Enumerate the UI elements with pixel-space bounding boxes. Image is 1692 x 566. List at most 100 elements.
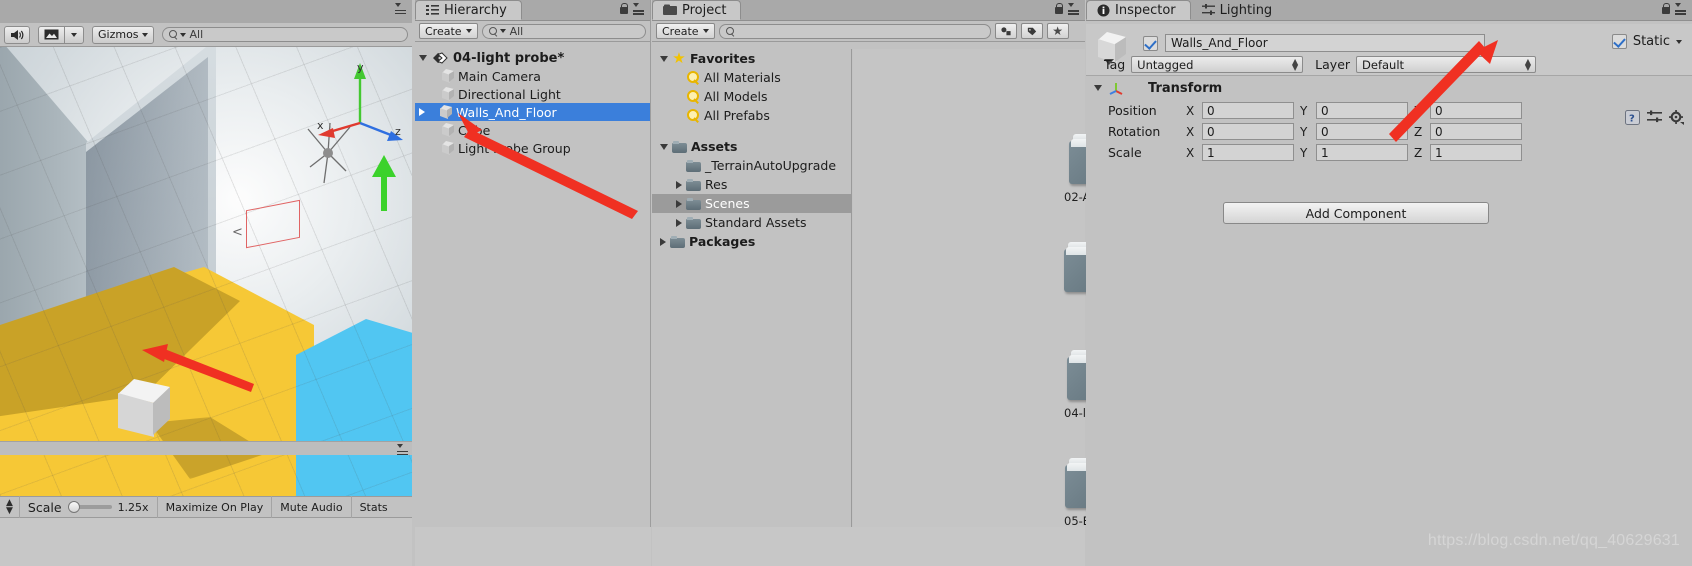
project-tree-item-favorites[interactable]: ★ Favorites — [652, 49, 851, 68]
hierarchy-item-directional-light[interactable]: Directional Light — [415, 85, 650, 103]
object-enabled-checkbox[interactable] — [1143, 35, 1158, 51]
project-search-input[interactable] — [718, 23, 991, 39]
create-label: Create — [425, 24, 462, 38]
tab-project[interactable]: Project — [652, 0, 742, 20]
chevron-down-icon[interactable] — [419, 55, 427, 61]
lock-icon[interactable] — [618, 3, 629, 15]
hierarchy-create-button[interactable]: Create — [419, 23, 478, 39]
static-dropdown-icon[interactable] — [1676, 39, 1682, 44]
project-tree-item-res[interactable]: Res — [652, 175, 851, 194]
project-tree-item-all-materials[interactable]: All Materials — [652, 68, 851, 87]
scene-view-more-icon[interactable] — [397, 444, 408, 456]
transform-row-scale: Scale X 1 Y 1 Z 1 — [1086, 142, 1692, 163]
hierarchy-item-label: Main Camera — [458, 68, 541, 84]
filter-by-type-icon[interactable] — [994, 23, 1017, 39]
chevron-down-icon[interactable] — [660, 143, 668, 150]
lock-icon[interactable] — [1660, 3, 1671, 15]
chevron-down-icon[interactable] — [660, 55, 668, 62]
hierarchy-search-input[interactable]: All — [481, 23, 646, 39]
scene-options-menu[interactable] — [395, 3, 406, 15]
hierarchy-options-menu[interactable] — [633, 3, 644, 15]
transform-component-header[interactable]: Transform — [1086, 77, 1692, 99]
axis-group-x: X0 — [1186, 102, 1294, 119]
transform-scale-x-field[interactable]: 1 — [1202, 144, 1294, 161]
chevron-right-icon[interactable] — [676, 199, 682, 208]
saved-search-icon — [686, 89, 700, 104]
folder-icon — [686, 159, 701, 172]
axis-label-x: X — [1186, 145, 1195, 160]
maximize-on-play-toggle[interactable]: Maximize On Play — [158, 496, 273, 518]
transform-position-y-field[interactable]: 0 — [1316, 102, 1408, 119]
static-checkbox[interactable] — [1611, 34, 1627, 49]
project-asset-grid[interactable]: 02-Area lig...0304-light pr...05-Emissi.… — [1054, 120, 1137, 528]
chevron-right-icon[interactable] — [419, 108, 425, 116]
transform-scale-y-field[interactable]: 1 — [1316, 144, 1408, 161]
maximize-on-play-label: Maximize On Play — [165, 500, 264, 514]
hierarchy-item-cube[interactable]: Cube — [415, 121, 650, 139]
scene-effects-icon[interactable] — [38, 25, 65, 44]
chevron-right-icon[interactable] — [676, 218, 682, 227]
project-tree-item-scenes[interactable]: Scenes — [652, 194, 851, 213]
project-tree-item-all-models[interactable]: All Models — [652, 87, 851, 106]
folder-icon — [672, 140, 687, 153]
project-tree[interactable]: ★ Favorites All Materials All Models All Pre… — [652, 49, 852, 527]
scene-horizontal-scrollbar[interactable] — [0, 441, 412, 456]
transform-rotation-z-field[interactable]: 0 — [1430, 123, 1522, 140]
hierarchy-scene-row[interactable]: 04-light probe* — [415, 49, 650, 67]
object-name-field[interactable]: Walls_And_Floor — [1165, 34, 1485, 52]
folder-icon — [686, 178, 701, 191]
unity-editor-window: Gizmos All y x z < ▲ ▼ Scale 1.25x Maxim… — [0, 0, 1692, 566]
chevron-right-icon[interactable] — [676, 180, 682, 189]
filter-by-label-icon[interactable] — [1020, 23, 1043, 39]
stats-toggle[interactable]: Stats — [352, 496, 396, 518]
project-create-button[interactable]: Create — [656, 23, 715, 39]
scene-effects-dropdown[interactable] — [64, 25, 84, 44]
speaker-icon[interactable] — [4, 25, 30, 44]
project-tree-item-all-prefabs[interactable]: All Prefabs — [652, 106, 851, 125]
favorite-star-icon[interactable]: ★ — [1046, 23, 1069, 39]
axis-group-x: X0 — [1186, 123, 1294, 140]
project-tree-item-packages[interactable]: Packages — [652, 232, 851, 251]
hierarchy-item-light-probe-group[interactable]: Light Probe Group — [415, 139, 650, 157]
chevron-down-icon[interactable] — [1094, 85, 1102, 91]
create-label: Create — [662, 24, 699, 38]
tag-dropdown[interactable]: Untagged ▲ ▼ — [1131, 56, 1304, 73]
project-tree-item-assets[interactable]: Assets — [652, 137, 851, 156]
mute-audio-toggle[interactable]: Mute Audio — [272, 496, 352, 518]
scene-cube-object[interactable] — [118, 379, 170, 441]
scene-view-panel: Gizmos All y x z < ▲ ▼ Scale 1.25x Maxim… — [0, 0, 412, 566]
chevron-right-icon[interactable] — [660, 237, 666, 246]
transform-position-z-field[interactable]: 0 — [1430, 102, 1522, 119]
layer-dropdown[interactable]: Default ▲ ▼ — [1356, 56, 1537, 73]
scene-search-input[interactable]: All — [161, 27, 408, 42]
project-options-menu[interactable] — [1068, 3, 1079, 15]
add-component-button[interactable]: Add Component — [1223, 202, 1489, 224]
project-tabstrip: Project — [652, 0, 1085, 21]
tab-hierarchy[interactable]: Hierarchy — [415, 0, 522, 20]
transform-position-x-field[interactable]: 0 — [1202, 102, 1294, 119]
axis-group-y: Y1 — [1300, 144, 1408, 161]
scene-viewport[interactable]: y x z < — [0, 47, 412, 496]
scale-slider-cell[interactable]: Scale 1.25x — [20, 496, 158, 518]
lock-icon[interactable] — [1053, 3, 1064, 15]
transform-scale-z-field[interactable]: 1 — [1430, 144, 1522, 161]
transform-gizmo[interactable]: y x z — [316, 59, 404, 151]
scale-slider[interactable] — [67, 501, 112, 513]
project-tree-item-terrainautoupgrade[interactable]: _TerrainAutoUpgrade — [652, 156, 851, 175]
inspector-options-menu[interactable] — [1675, 3, 1686, 15]
image-glyph — [44, 29, 59, 40]
hierarchy-item-main-camera[interactable]: Main Camera — [415, 67, 650, 85]
hierarchy-tabstrip: Hierarchy — [415, 0, 650, 21]
tab-inspector[interactable]: Inspector — [1086, 0, 1191, 20]
transform-rotation-x-field[interactable]: 0 — [1202, 123, 1294, 140]
hierarchy-item-walls-and-floor[interactable]: Walls_And_Floor — [415, 103, 650, 121]
transform-rotation-y-field[interactable]: 0 — [1316, 123, 1408, 140]
speaker-glyph — [11, 29, 24, 40]
scale-slider-knob[interactable] — [67, 501, 80, 513]
tab-lighting[interactable]: Lighting — [1190, 0, 1288, 20]
project-tree-item-standard-assets[interactable]: Standard Assets — [652, 213, 851, 232]
hierarchy-tree[interactable]: 04-light probe* Main Camera Directional L… — [415, 49, 650, 527]
aspect-stepper[interactable]: ▲ ▼ — [0, 496, 20, 518]
gizmos-button[interactable]: Gizmos — [92, 25, 154, 44]
project-content-area[interactable]: 02-Area lig...0304-light pr...05-Emissi.… — [853, 49, 1137, 528]
